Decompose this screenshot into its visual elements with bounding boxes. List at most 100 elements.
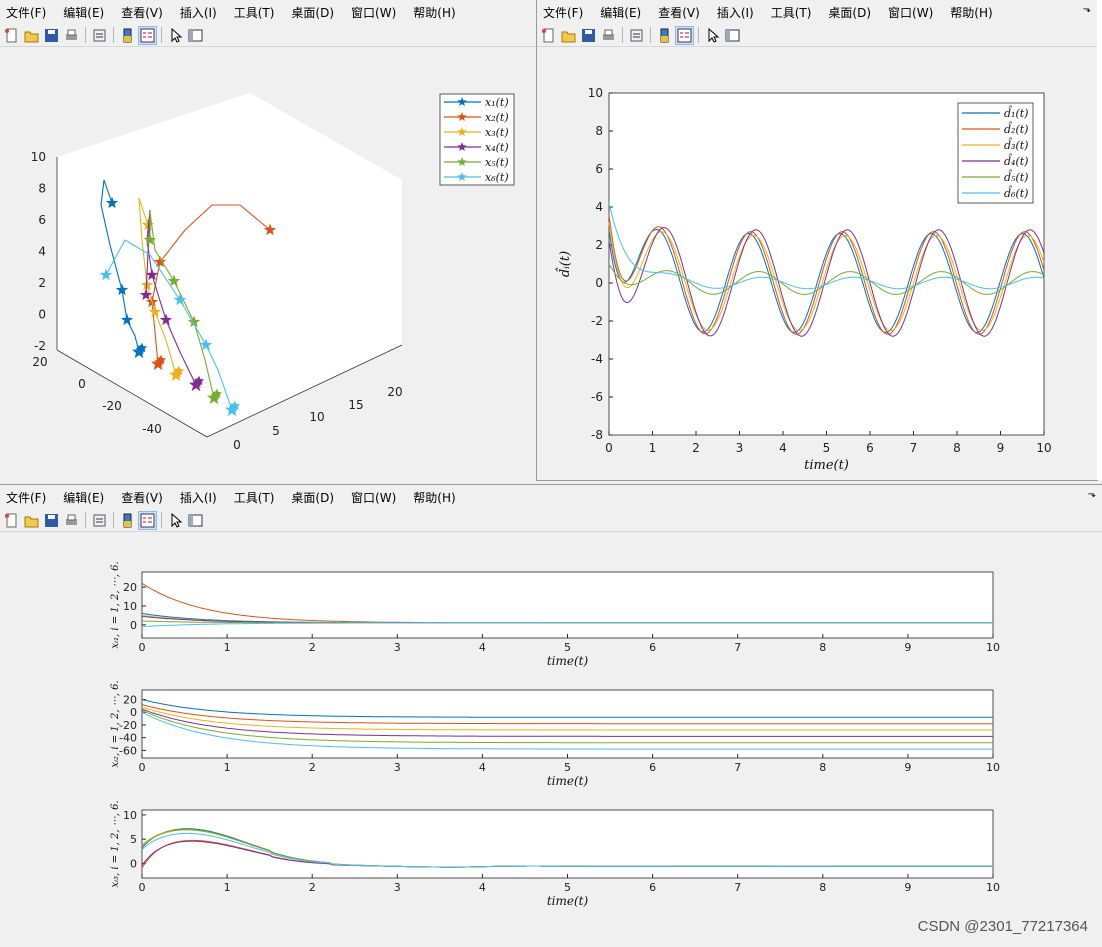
pointer-icon[interactable] <box>167 512 184 529</box>
print-icon[interactable] <box>63 27 80 44</box>
axes-3d-pane <box>57 93 402 437</box>
legend-icon[interactable] <box>675 25 694 45</box>
legend-label: d̂₅(t) <box>1004 170 1028 184</box>
subplot-box-3 <box>141 809 994 879</box>
legend-label: x₁(t) <box>485 96 509 109</box>
z-tick-label: -2 <box>34 339 46 353</box>
toolbar <box>537 24 1097 47</box>
menu-edit[interactable]: 编辑(E) <box>600 4 641 21</box>
menu-file[interactable]: 文件(F) <box>6 4 46 21</box>
menu-help[interactable]: 帮助(H) <box>413 4 455 21</box>
toolbar-separator <box>85 27 86 43</box>
x-tick-label: 6 <box>649 881 656 894</box>
menu-desktop[interactable]: 桌面(D) <box>291 4 334 21</box>
legend-label: d̂₄(t) <box>1004 154 1028 168</box>
x-tick-label: 1 <box>649 441 657 455</box>
x-tick-label: 8 <box>819 641 826 654</box>
menu-window[interactable]: 窗口(W) <box>351 4 396 21</box>
menu-bar: 文件(F) 编辑(E) 查看(V) 插入(I) 工具(T) 桌面(D) 窗口(W… <box>537 0 1097 24</box>
menu-desktop[interactable]: 桌面(D) <box>291 489 334 506</box>
legend-label: d̂₁(t) <box>1004 106 1028 120</box>
menu-file[interactable]: 文件(F) <box>543 4 583 21</box>
toolbar-separator <box>113 27 114 43</box>
x-tick-label: 0 <box>139 641 146 654</box>
menu-window[interactable]: 窗口(W) <box>351 489 396 506</box>
link-plot-icon[interactable] <box>628 27 645 44</box>
y-tick-label: 0 <box>78 377 86 391</box>
menu-insert[interactable]: 插入(I) <box>180 489 217 506</box>
y-axis-label: xᵢ₂, i = 1, 2, ⋯, 6. <box>110 680 121 767</box>
x-tick-label: 3 <box>736 441 744 455</box>
legend-label: d̂₂(t) <box>1004 122 1028 136</box>
x-tick-label: 3 <box>394 881 401 894</box>
open-folder-icon[interactable] <box>23 27 40 44</box>
x-tick-label: 10 <box>986 761 1000 774</box>
x-tick-label: 7 <box>910 441 918 455</box>
new-file-icon[interactable] <box>3 512 20 529</box>
x-tick-label: 10 <box>309 410 324 424</box>
z-tick-label: 4 <box>38 245 46 259</box>
y-tick-label: 4 <box>595 200 603 214</box>
pointer-icon[interactable] <box>167 27 184 44</box>
menu-help[interactable]: 帮助(H) <box>950 4 992 21</box>
axes-states[interactable]: 201000 1 2 3 4 5 6 7 8 9 10time(t)xᵢ₁, i = 1, 2, ⋯… <box>0 532 1102 943</box>
toolbar-separator <box>698 27 699 43</box>
property-editor-icon[interactable] <box>724 27 741 44</box>
property-editor-icon[interactable] <box>187 27 204 44</box>
print-icon[interactable] <box>600 27 617 44</box>
link-plot-icon[interactable] <box>91 512 108 529</box>
menu-window[interactable]: 窗口(W) <box>888 4 933 21</box>
x-tick-label: 4 <box>479 881 486 894</box>
menu-insert[interactable]: 插入(I) <box>717 4 754 21</box>
menu-help[interactable]: 帮助(H) <box>413 489 455 506</box>
menu-view[interactable]: 查看(V) <box>121 4 163 21</box>
axes-d[interactable]: 1086420-2-4-6-80 1 2 3 4 5 6 7 8 9 10time(t)d̂ᵢ(t)… <box>537 47 1097 480</box>
colorbar-icon[interactable] <box>119 27 136 44</box>
open-folder-icon[interactable] <box>23 512 40 529</box>
x-tick-label: 4 <box>479 641 486 654</box>
print-icon[interactable] <box>63 512 80 529</box>
x-tick-label: 8 <box>953 441 961 455</box>
colorbar-icon[interactable] <box>119 512 136 529</box>
legend-label: d̂₃(t) <box>1004 138 1028 152</box>
y-tick-label: -4 <box>591 352 603 366</box>
dock-arrow-icon[interactable]: ⬎ <box>1088 489 1096 500</box>
menu-tools[interactable]: 工具(T) <box>234 489 275 506</box>
new-file-icon[interactable] <box>3 27 20 44</box>
legend-icon[interactable] <box>138 25 157 45</box>
menu-tools[interactable]: 工具(T) <box>234 4 275 21</box>
plot-area-states: 20 10 0 0 1 2 3 4 5 6 7 8 9 10 time(t) xᵢ₁, i = 1, 2, ⋯… <box>0 532 1102 943</box>
toolbar <box>0 24 536 47</box>
pointer-icon[interactable] <box>704 27 721 44</box>
y-tick-label: -40 <box>142 422 162 436</box>
legend-icon[interactable] <box>138 510 157 530</box>
save-icon[interactable] <box>43 512 60 529</box>
property-editor-icon[interactable] <box>187 512 204 529</box>
open-folder-icon[interactable] <box>560 27 577 44</box>
menu-tools[interactable]: 工具(T) <box>771 4 812 21</box>
axes-3d[interactable]: 1086420-2200-20-4005101520x₁(t)x₂(t)x₃(t… <box>0 47 536 480</box>
x-axis-label: time(t) <box>547 774 589 788</box>
dock-arrow-icon[interactable]: ⬎ <box>1083 4 1091 15</box>
colorbar-icon[interactable] <box>656 27 673 44</box>
menu-edit[interactable]: 编辑(E) <box>63 489 104 506</box>
menu-edit[interactable]: 编辑(E) <box>63 4 104 21</box>
menu-bar: 文件(F) 编辑(E) 查看(V) 插入(I) 工具(T) 桌面(D) 窗口(W… <box>0 0 536 24</box>
save-icon[interactable] <box>580 27 597 44</box>
menu-insert[interactable]: 插入(I) <box>180 4 217 21</box>
axes-3d-group: 1086420-2200-20-4005101520x₁(t)x₂(t)x₃(t… <box>31 93 515 452</box>
x-tick-label: 3 <box>394 761 401 774</box>
x-tick-label: 4 <box>779 441 787 455</box>
y-tick-label: 10 <box>123 809 137 822</box>
z-tick-label: 8 <box>38 182 46 196</box>
legend-label: x₃(t) <box>485 126 509 139</box>
link-plot-icon[interactable] <box>91 27 108 44</box>
menu-view[interactable]: 查看(V) <box>121 489 163 506</box>
menu-file[interactable]: 文件(F) <box>6 489 46 506</box>
save-icon[interactable] <box>43 27 60 44</box>
menu-desktop[interactable]: 桌面(D) <box>828 4 871 21</box>
menu-view[interactable]: 查看(V) <box>658 4 700 21</box>
plot-area-3d: 10 8 6 4 2 0 -2 20 0 -20 -40 0 5 10 15 20 x₁(t) x₂(t) x₃(t… <box>0 47 536 480</box>
y-tick-label: 0 <box>130 706 137 719</box>
new-file-icon[interactable] <box>540 27 557 44</box>
